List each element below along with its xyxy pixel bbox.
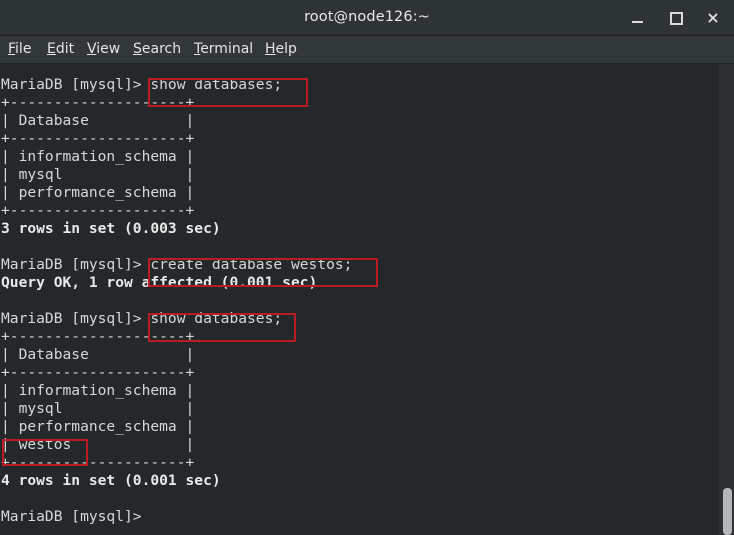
minimize-button[interactable] <box>626 7 648 29</box>
terminal-line: 3 rows in set (0.003 sec) <box>1 220 221 237</box>
terminal-line: | performance_schema | <box>1 184 195 201</box>
menu-label-rest: elp <box>275 41 297 57</box>
terminal-line: +--------------------+ <box>1 94 195 111</box>
window-title: root@node126:~ <box>304 9 430 25</box>
menu-label-rest: dit <box>55 41 75 57</box>
terminal-line: | westos | <box>1 436 195 453</box>
maximize-icon <box>669 12 683 25</box>
terminal-line: +--------------------+ <box>1 130 195 147</box>
terminal-scrollbar[interactable] <box>718 64 734 535</box>
menu-item-file[interactable]: File <box>8 36 31 63</box>
maximize-button[interactable] <box>665 7 687 29</box>
title-bar[interactable]: root@node126:~ × <box>0 0 734 36</box>
terminal-line: MariaDB [mysql]> <box>1 508 142 525</box>
menu-label-rest: iew <box>96 41 121 57</box>
menu-label-rest: ile <box>15 41 32 57</box>
terminal-line: +--------------------+ <box>1 328 195 345</box>
menu-mnemonic: E <box>47 41 56 57</box>
menu-label-rest: erminal <box>200 41 254 57</box>
terminal-line: 4 rows in set (0.001 sec) <box>1 472 221 489</box>
terminal-line: MariaDB [mysql]> show databases; <box>1 76 283 93</box>
terminal-line: | information_schema | <box>1 382 195 399</box>
menu-mnemonic: F <box>8 41 16 57</box>
close-button[interactable]: × <box>702 7 724 29</box>
menu-item-search[interactable]: Search <box>133 36 181 63</box>
terminal-line: | Database | <box>1 112 195 129</box>
terminal-line: MariaDB [mysql]> create database westos; <box>1 256 353 273</box>
terminal-output-area[interactable]: MariaDB [mysql]> show databases; +-------… <box>0 64 718 535</box>
terminal-line: Query OK, 1 row affected (0.001 sec) <box>1 274 318 291</box>
terminal-screen: MariaDB [mysql]> show databases; +-------… <box>0 76 718 526</box>
scrollbar-thumb[interactable] <box>723 488 732 535</box>
minimize-icon <box>631 21 643 23</box>
terminal-line: | performance_schema | <box>1 418 195 435</box>
terminal-line: MariaDB [mysql]> show databases; <box>1 310 283 327</box>
menu-label-rest: earch <box>141 41 182 57</box>
menu-bar: File Edit View Search Terminal Help <box>0 36 734 64</box>
terminal-line: | mysql | <box>1 400 195 417</box>
menu-mnemonic: S <box>133 41 142 57</box>
menu-item-terminal[interactable]: Terminal <box>194 36 253 63</box>
menu-item-edit[interactable]: Edit <box>47 36 74 63</box>
terminal-line: | Database | <box>1 346 195 363</box>
terminal-line: +--------------------+ <box>1 454 195 471</box>
terminal-line: +--------------------+ <box>1 364 195 381</box>
terminal-line: +--------------------+ <box>1 202 195 219</box>
menu-item-view[interactable]: View <box>87 36 120 63</box>
terminal-window: root@node126:~ × File Edit View Search T… <box>0 0 734 535</box>
menu-item-help[interactable]: Help <box>265 36 297 63</box>
terminal-line: | mysql | <box>1 166 195 183</box>
menu-mnemonic: H <box>265 41 276 57</box>
terminal-line: | information_schema | <box>1 148 195 165</box>
menu-mnemonic: V <box>87 41 97 57</box>
close-icon: × <box>706 8 720 27</box>
